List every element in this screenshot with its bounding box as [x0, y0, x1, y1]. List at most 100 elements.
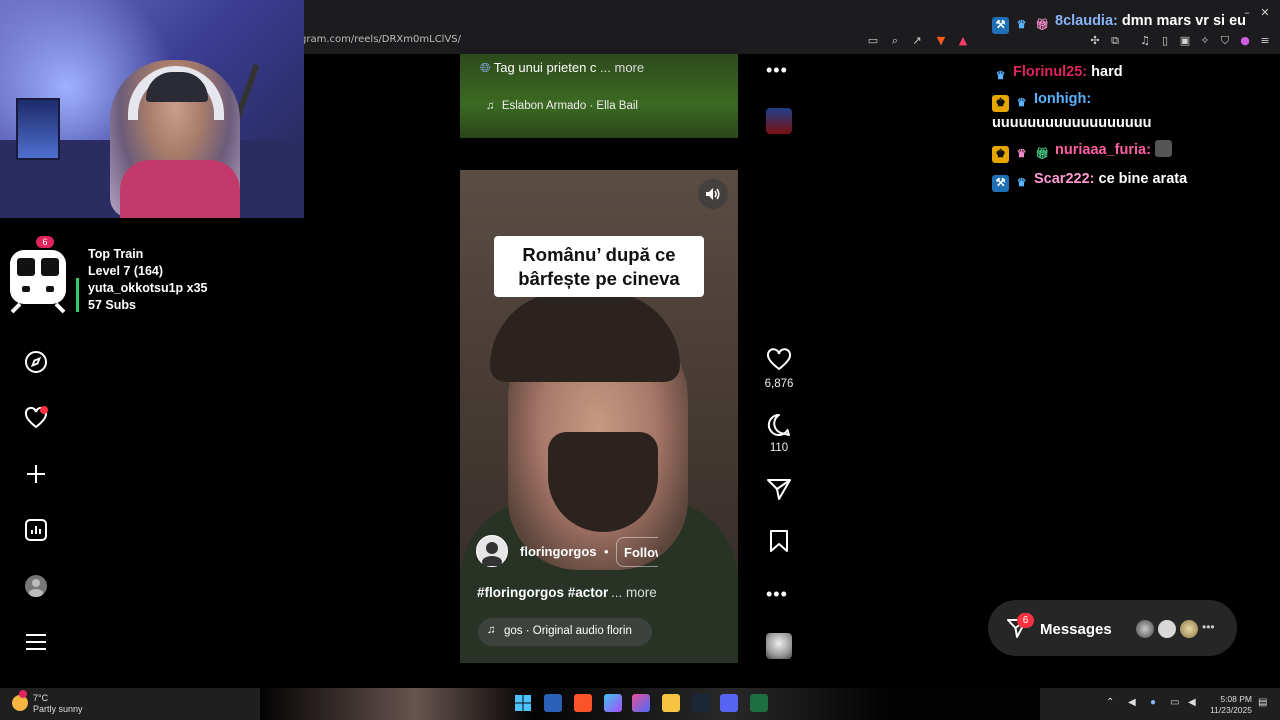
sub-badge-icon: ♛ [1016, 97, 1027, 109]
speaker-icon[interactable]: ◀ [1128, 697, 1136, 708]
m365-icon[interactable] [632, 694, 650, 712]
tray-chevron-icon[interactable]: ⌃ [1106, 697, 1114, 708]
previous-reel-caption: 🌐︎ Tag unui prieten c ... more [480, 60, 644, 76]
previous-reel-audio-text: Eslabon Armado · Ella Bail [501, 100, 638, 112]
crown-badge-icon: ♚ [992, 95, 1009, 112]
comment-count: 110 [769, 442, 789, 454]
volume-icon[interactable] [698, 179, 728, 209]
chat-text: ce bine arata [1098, 171, 1188, 187]
like-count: 6,876 [764, 378, 794, 390]
profile-icon[interactable]: ● [1238, 34, 1252, 48]
webcam-overlay [0, 0, 304, 218]
zoom-icon[interactable]: ⌕ [888, 34, 902, 48]
like-button[interactable] [762, 348, 796, 377]
reel-options-icon[interactable]: ••• [766, 584, 788, 605]
train-level: Level 7 (164) [88, 264, 164, 278]
chat-text: hard [1091, 64, 1123, 80]
network-icon[interactable]: ▭ [1170, 697, 1179, 708]
excel-icon[interactable] [750, 694, 768, 712]
chat-message: ♚ ♛ 🎁︎ nuriaaa_furia: [992, 139, 1176, 163]
sub-badge-icon: ♛ [1016, 148, 1027, 160]
more-menu-icon[interactable] [22, 628, 50, 656]
copilot-icon[interactable] [604, 694, 622, 712]
notifications-heart-icon[interactable] [22, 404, 50, 432]
previous-reel-more[interactable]: ... more [600, 60, 644, 75]
message-avatar [1178, 618, 1200, 640]
chat-message: ⚒ ♛ Scar222: ce bine arata [992, 168, 1187, 192]
volume-tray-icon[interactable]: ◀ [1188, 697, 1196, 708]
reel-caption-overlay: Românu’ după ce bârfește pe cineva [494, 236, 704, 297]
explore-icon[interactable] [22, 348, 50, 376]
previous-reel-audio[interactable]: ♫ Eslabon Armado · Ella Bail [486, 100, 638, 112]
sub-badge-icon: ♛ [1016, 19, 1027, 31]
message-avatar [1156, 618, 1178, 640]
train-title: Top Train [88, 247, 144, 261]
chat-message: ⚒ ♛ 🎁︎ 8claudia: dmn mars vr si eu [992, 10, 1264, 34]
train-progress-bar [76, 278, 79, 312]
messages-badge: 6 [1017, 613, 1034, 628]
task-view-icon[interactable] [544, 694, 562, 712]
share-button[interactable] [762, 477, 796, 506]
previous-reel-options-icon[interactable]: ••• [766, 60, 788, 81]
reel-more-link[interactable]: ... more [611, 585, 657, 600]
chat-username[interactable]: Scar222: [1034, 171, 1094, 187]
webcam-poster [16, 98, 60, 160]
reel-audio[interactable]: ♫ gos · Original audio florin [478, 618, 652, 646]
insights-icon[interactable] [22, 516, 50, 544]
music-note-icon: ♫ [486, 100, 495, 112]
emote-icon [1154, 140, 1172, 157]
address-bar[interactable]: gram.com/reels/DRXm0mLClVS/ [300, 34, 461, 45]
train-badge: 6 [36, 236, 54, 248]
chat-username[interactable]: Ionhigh: [1034, 91, 1091, 107]
windows-start-icon[interactable] [514, 694, 532, 712]
train-info: Top Train Level 7 (164) yuta_okkotsu1p x… [88, 246, 208, 314]
tab-search-icon[interactable]: ⧉ [1108, 34, 1122, 48]
steam-icon[interactable] [692, 694, 710, 712]
weather-desc: Partly sunny [33, 704, 83, 714]
create-plus-icon[interactable] [22, 460, 50, 488]
extensions-icon[interactable]: ✣ [1088, 34, 1102, 48]
clock-time[interactable]: 5:08 PM [1208, 694, 1252, 704]
media-icon[interactable]: ♫ [1138, 34, 1152, 48]
chat-username[interactable]: Florinul25: [1013, 64, 1087, 80]
leo-icon[interactable]: ✧ [1198, 34, 1212, 48]
author-avatar[interactable] [476, 535, 508, 568]
follow-button[interactable]: Follow [616, 537, 658, 567]
streamer-shirt [120, 160, 240, 218]
author-username[interactable]: floringorgos [520, 544, 597, 559]
share-icon[interactable]: ↗ [910, 34, 924, 48]
weather-alert-badge [19, 690, 27, 698]
previous-reel-audio-thumb[interactable] [766, 108, 792, 134]
menu-icon[interactable]: ≡ [1258, 34, 1272, 48]
music-note-icon: ♫ [487, 624, 496, 636]
reel-hashtags[interactable]: #floringorgos #actor [477, 585, 608, 600]
brave-browser-icon[interactable] [574, 694, 592, 712]
clock-date[interactable]: 11/23/2025 [1208, 705, 1252, 715]
wallet-icon[interactable]: ▣ [1178, 34, 1192, 48]
chat-username[interactable]: 8claudia: [1055, 13, 1118, 29]
discord-icon[interactable] [720, 694, 738, 712]
weather-temp: 7°C [33, 693, 49, 703]
profile-avatar[interactable] [22, 572, 50, 600]
notification-bell-icon[interactable]: ▤ [1258, 697, 1267, 708]
train-user: yuta_okkotsu1p x35 [88, 281, 208, 295]
globe-icon: 🌐︎ [480, 60, 491, 75]
sidebar-icon[interactable]: ▯ [1158, 34, 1172, 48]
message-avatar [1134, 618, 1156, 640]
cast-icon[interactable]: ▭ [866, 34, 880, 48]
chat-message: ♛ Florinul25: hard [992, 61, 1123, 85]
comment-button[interactable] [762, 412, 796, 443]
file-explorer-icon[interactable] [662, 694, 680, 712]
chat-text: uuuuuuuuuuuuuuuuuu [992, 115, 1152, 131]
train-icon [8, 244, 68, 314]
tool-badge-icon: ⚒ [992, 17, 1009, 34]
brave-shield-icon[interactable]: ▼ [934, 34, 948, 48]
save-bookmark-button[interactable] [762, 529, 796, 558]
mic-icon[interactable]: ● [1150, 697, 1156, 708]
vpn-icon[interactable]: ⛉ [1218, 34, 1232, 48]
reel-audio-thumb[interactable] [766, 633, 792, 659]
chat-username[interactable]: nuriaaa_furia: [1055, 142, 1151, 158]
rewards-icon[interactable]: ▲ [956, 34, 970, 48]
gift-badge-icon: 🎁︎ [1035, 148, 1050, 160]
previous-reel-caption-text: Tag unui prieten c [493, 60, 597, 75]
